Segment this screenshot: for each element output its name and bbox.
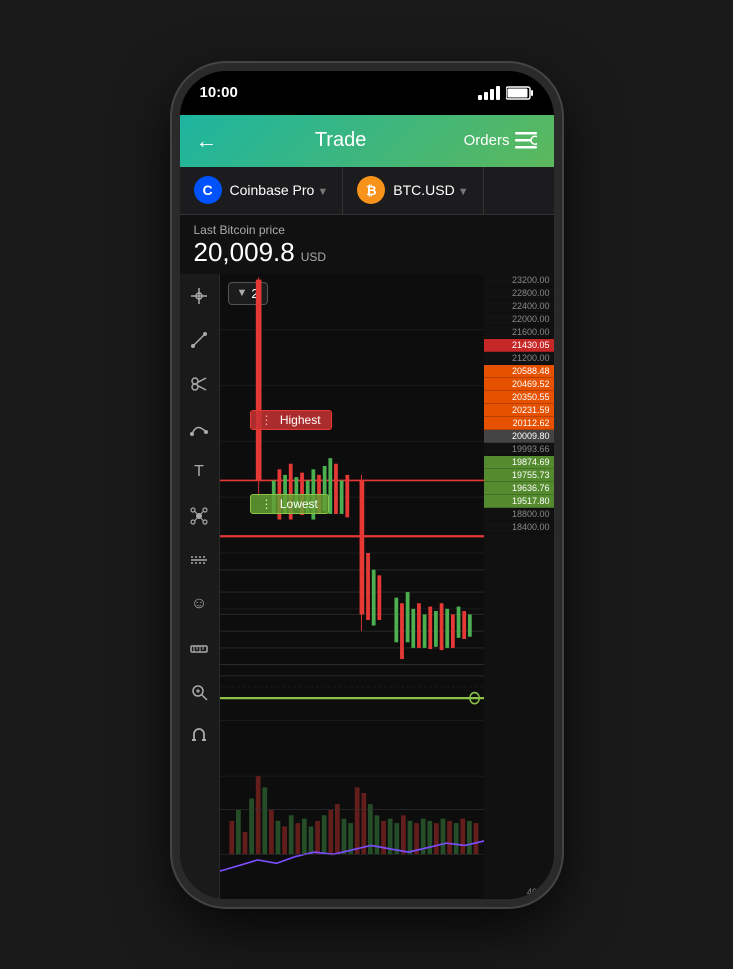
price-level-current: 21430.05 xyxy=(484,339,554,352)
price-level-18800: 18800.00 xyxy=(484,508,554,521)
signal-bar-4 xyxy=(496,86,500,100)
price-level-22000: 22000.00 xyxy=(484,313,554,326)
price-level-19517: 19517.80 xyxy=(484,495,554,508)
price-level-20350: 20350.55 xyxy=(484,391,554,404)
price-bar: Last Bitcoin price 20,009.8 USD xyxy=(180,215,554,274)
emoji-tool[interactable]: ☺ xyxy=(185,590,213,618)
orders-icon xyxy=(515,132,537,150)
line-tool[interactable] xyxy=(185,326,213,354)
price-level-20231: 20231.59 xyxy=(484,404,554,417)
chart-toolbar: T ☺ xyxy=(180,274,220,899)
crosshair-tool[interactable] xyxy=(185,282,213,310)
highest-label: ⋮ Highest xyxy=(250,410,332,430)
status-time: 10:00 xyxy=(200,84,238,101)
back-button[interactable]: ← xyxy=(196,128,218,154)
signal-bars xyxy=(478,86,500,100)
chart-main[interactable]: ▼ 2 xyxy=(220,274,554,899)
signal-bar-2 xyxy=(484,92,488,100)
price-level-40: 40.00 xyxy=(484,886,554,899)
pair-name: BTC.USD ▼ xyxy=(393,182,468,198)
page-title: Trade xyxy=(315,129,367,152)
signal-bar-3 xyxy=(490,89,494,100)
price-value: 20,009.8 USD xyxy=(194,237,540,268)
price-level-20588: 20588.48 xyxy=(484,365,554,378)
price-level-21200: 21200.00 xyxy=(484,352,554,365)
notch xyxy=(302,71,432,101)
phone-frame: 10:00 ← Trade Orders xyxy=(172,63,562,907)
battery-icon xyxy=(506,86,534,100)
app-header: ← Trade Orders xyxy=(180,115,554,167)
exchange-selector[interactable]: C Coinbase Pro ▼ xyxy=(180,167,344,214)
bitcoin-logo: ₿ xyxy=(357,176,385,204)
orders-button[interactable]: Orders xyxy=(464,132,538,150)
price-number: 20,009.8 xyxy=(194,237,295,268)
price-level-20009: 20009.80 xyxy=(484,430,554,443)
text-tool[interactable]: T xyxy=(185,458,213,486)
price-level-22400: 22400.00 xyxy=(484,300,554,313)
price-level-19993: 19993.66 xyxy=(484,443,554,456)
node-tool[interactable] xyxy=(185,502,213,530)
price-label: Last Bitcoin price xyxy=(194,223,540,237)
price-level-20112: 20112.62 xyxy=(484,417,554,430)
price-level-23200: 23200.00 xyxy=(484,274,554,287)
status-bar: 10:00 xyxy=(180,71,554,115)
price-level-19636: 19636.76 xyxy=(484,482,554,495)
price-level-18400: 18400.00 xyxy=(484,521,554,534)
signal-bar-1 xyxy=(478,95,482,100)
orders-label: Orders xyxy=(464,132,510,149)
chart-svg xyxy=(220,274,484,899)
price-currency: USD xyxy=(301,250,326,264)
exchange-bar: C Coinbase Pro ▼ ₿ BTC.USD ▼ xyxy=(180,167,554,215)
scissors-tool[interactable] xyxy=(185,370,213,398)
price-level-19874: 19874.69 xyxy=(484,456,554,469)
exchange-name: Coinbase Pro ▼ xyxy=(230,182,329,198)
price-level-22800: 22800.00 xyxy=(484,287,554,300)
chart-container: T ☺ xyxy=(180,274,554,899)
price-level-19755: 19755.73 xyxy=(484,469,554,482)
coinbase-logo: C xyxy=(194,176,222,204)
magnet-tool[interactable] xyxy=(185,722,213,750)
exchange-dropdown: ▼ xyxy=(314,186,328,198)
multiline-tool[interactable] xyxy=(185,546,213,574)
price-level-20469: 20469.52 xyxy=(484,378,554,391)
price-level-21600: 21600.00 xyxy=(484,326,554,339)
zoom-tool[interactable] xyxy=(185,678,213,706)
phone-screen: 10:00 ← Trade Orders xyxy=(180,71,554,899)
lowest-label: ⋮ Lowest xyxy=(250,494,329,514)
curve-tool[interactable] xyxy=(185,414,213,442)
pair-selector[interactable]: ₿ BTC.USD ▼ xyxy=(343,167,483,214)
status-right xyxy=(478,86,534,100)
ruler-tool[interactable] xyxy=(185,634,213,662)
right-price-panel: 23200.00 22800.00 22400.00 22000.00 2160… xyxy=(484,274,554,899)
